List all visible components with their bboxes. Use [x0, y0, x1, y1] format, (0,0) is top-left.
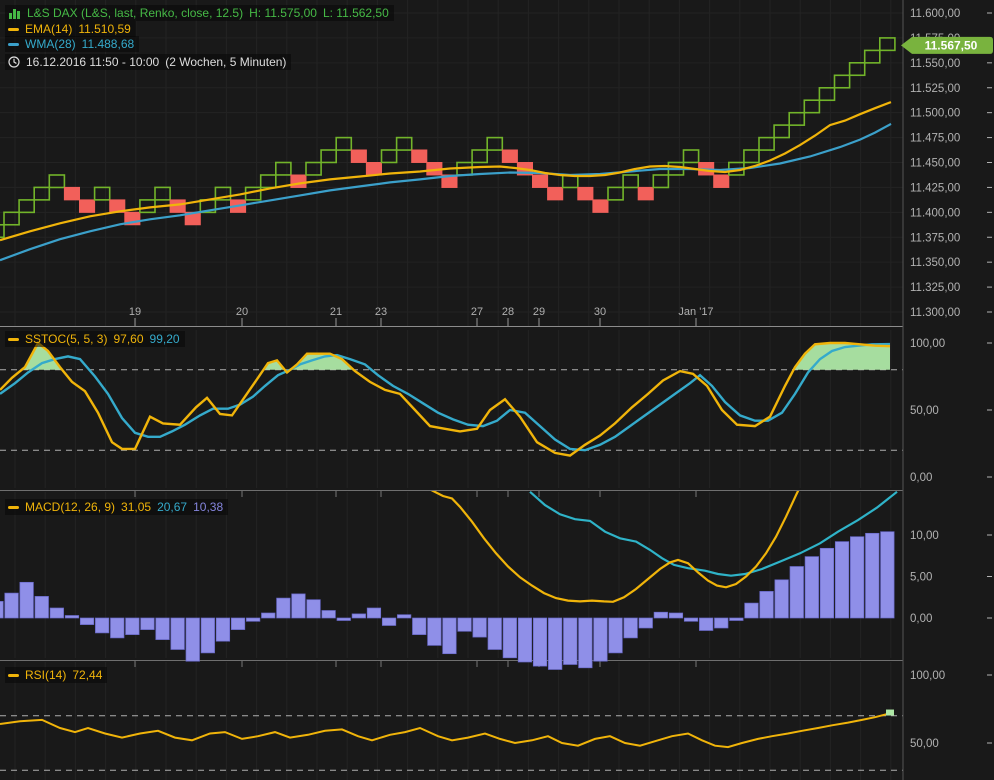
- instrument-chart-icon: [8, 7, 21, 20]
- date-axis-label: 29: [533, 306, 545, 318]
- last-price-tag-value: 11.567,50: [925, 38, 978, 52]
- macd-dash-icon: [8, 506, 19, 509]
- chart-canvas[interactable]: 11.600,0011.575,0011.550,0011.525,0011.5…: [0, 0, 994, 780]
- price-axis-label: 11.550,00: [910, 58, 960, 70]
- price-axis-label: 11.475,00: [910, 133, 960, 145]
- price-axis-label: 11.600,00: [910, 8, 960, 20]
- stoch-axis-label: 100,00: [910, 338, 945, 350]
- price-axis-label: 11.525,00: [910, 83, 960, 95]
- price-axis-label: 11.500,00: [910, 108, 960, 120]
- timestamp-row: 16.12.2016 11:50 - 10:00 (2 Wochen, 5 Mi…: [5, 54, 291, 70]
- chart-range-info: (2 Wochen, 5 Minuten): [165, 55, 286, 69]
- instrument-title: L&S DAX (L&S, last, Renko, close, 12.5): [27, 6, 243, 20]
- date-axis-label: 27: [471, 306, 483, 318]
- rsi-value: 72,44: [72, 668, 102, 682]
- wma-label: WMA(28): [25, 37, 76, 51]
- date-axis-label: Jan '17: [678, 306, 713, 318]
- price-axis-label: 11.375,00: [910, 232, 960, 244]
- session-high: H: 11.575,00: [249, 6, 317, 20]
- stoch-d-value: 99,20: [150, 332, 180, 346]
- ema-label: EMA(14): [25, 22, 72, 36]
- wma-dash-icon: [8, 43, 19, 46]
- session-low: L: 11.562,50: [323, 6, 389, 20]
- rsi-dash-icon: [8, 674, 19, 677]
- macd-axis-label: 10,00: [910, 530, 939, 542]
- wma-legend[interactable]: WMA(28) 11.488,68: [5, 36, 139, 52]
- instrument-legend[interactable]: L&S DAX (L&S, last, Renko, close, 12.5) …: [5, 5, 394, 21]
- stoch-axis-label: 50,00: [910, 405, 939, 417]
- macd-value: 31,05: [121, 500, 151, 514]
- stoch-axis-label: 0,00: [910, 472, 932, 484]
- rsi-axis-label: 100,00: [910, 670, 945, 682]
- rsi-label: RSI(14): [25, 668, 66, 682]
- macd-axis-label: 0,00: [910, 613, 932, 625]
- macd-legend[interactable]: MACD(12, 26, 9) 31,05 20,67 10,38: [5, 499, 228, 515]
- ema-legend[interactable]: EMA(14) 11.510,59: [5, 21, 136, 37]
- date-axis-label: 19: [129, 306, 141, 318]
- date-axis-label: 28: [502, 306, 514, 318]
- price-axis-label: 11.300,00: [910, 307, 960, 319]
- macd-label: MACD(12, 26, 9): [25, 500, 115, 514]
- price-axis-label: 11.425,00: [910, 182, 960, 194]
- stoch-dash-icon: [8, 338, 19, 341]
- rsi-legend[interactable]: RSI(14) 72,44: [5, 667, 107, 683]
- ema-dash-icon: [8, 28, 19, 31]
- macd-hist-value: 10,38: [193, 500, 223, 514]
- clock-icon: [8, 56, 20, 68]
- ema-value: 11.510,59: [78, 22, 131, 36]
- stoch-legend[interactable]: SSTOC(5, 5, 3) 97,60 99,20: [5, 331, 185, 347]
- macd-axis-label: 5,00: [910, 572, 932, 584]
- rsi-last-marker: [886, 710, 894, 716]
- chart-plot-area[interactable]: 11.600,0011.575,0011.550,0011.525,0011.5…: [0, 0, 994, 780]
- stoch-k-value: 97,60: [113, 332, 143, 346]
- price-axis-label: 11.325,00: [910, 282, 960, 294]
- date-axis-label: 21: [330, 306, 342, 318]
- macd-signal-value: 20,67: [157, 500, 187, 514]
- trading-chart-window: 11.600,0011.575,0011.550,0011.525,0011.5…: [0, 0, 994, 780]
- stoch-label: SSTOC(5, 5, 3): [25, 332, 107, 346]
- date-axis-label: 20: [236, 306, 248, 318]
- price-axis-label: 11.400,00: [910, 207, 960, 219]
- price-axis-label: 11.450,00: [910, 158, 960, 170]
- price-axis-label: 11.350,00: [910, 257, 960, 269]
- date-axis-label: 30: [594, 306, 606, 318]
- chart-timestamp: 16.12.2016 11:50 - 10:00: [26, 55, 159, 69]
- wma-value: 11.488,68: [82, 37, 135, 51]
- date-axis-label: 23: [375, 306, 387, 318]
- rsi-axis-label: 50,00: [910, 738, 939, 750]
